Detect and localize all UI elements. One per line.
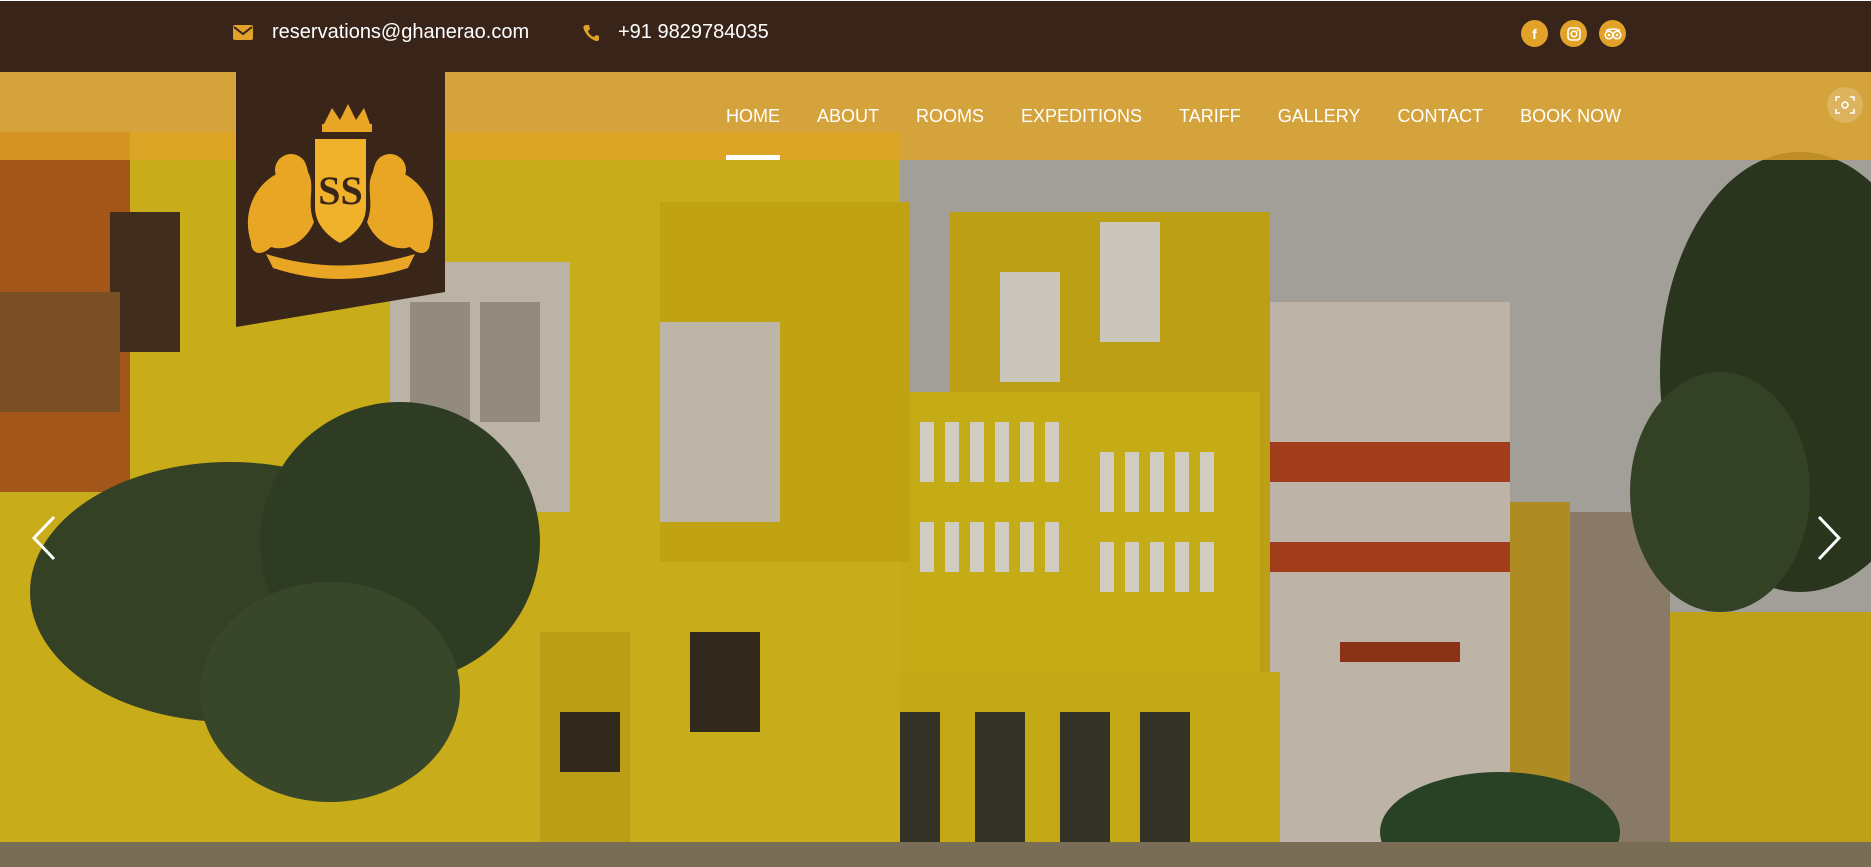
top-contact-bar: reservations@ghanerao.com +91 9829784035… [0,0,1871,72]
nav-tariff[interactable]: TARIFF [1179,72,1241,160]
phone-icon [583,24,599,41]
main-nav: HOME ABOUT ROOMS EXPEDITIONS TARIFF GALL… [726,72,1658,160]
envelope-icon [233,25,253,40]
nav-contact[interactable]: CONTACT [1397,72,1483,160]
email-text[interactable]: reservations@ghanerao.com [272,21,529,44]
phone-contact[interactable]: +91 9829784035 [583,21,769,44]
chevron-right-icon[interactable] [1807,513,1847,563]
screenshot-scan-icon[interactable] [1827,87,1863,123]
nav-gallery[interactable]: GALLERY [1278,72,1361,160]
facebook-icon[interactable]: f [1521,20,1548,47]
phone-text[interactable]: +91 9829784035 [618,21,769,44]
crest-logo: SS [236,72,445,327]
nav-rooms[interactable]: ROOMS [916,72,984,160]
nav-expeditions[interactable]: EXPEDITIONS [1021,72,1142,160]
tripadvisor-icon[interactable] [1599,20,1626,47]
email-contact[interactable]: reservations@ghanerao.com [233,21,529,44]
nav-home[interactable]: HOME [726,72,780,160]
chevron-left-icon[interactable] [26,513,66,563]
nav-about[interactable]: ABOUT [817,72,879,160]
logo-monogram: SS [318,168,363,213]
nav-book-now[interactable]: BOOK NOW [1520,72,1621,160]
social-links: f [1521,20,1638,47]
instagram-icon[interactable] [1560,20,1587,47]
logo-banner[interactable]: SS [236,72,445,327]
